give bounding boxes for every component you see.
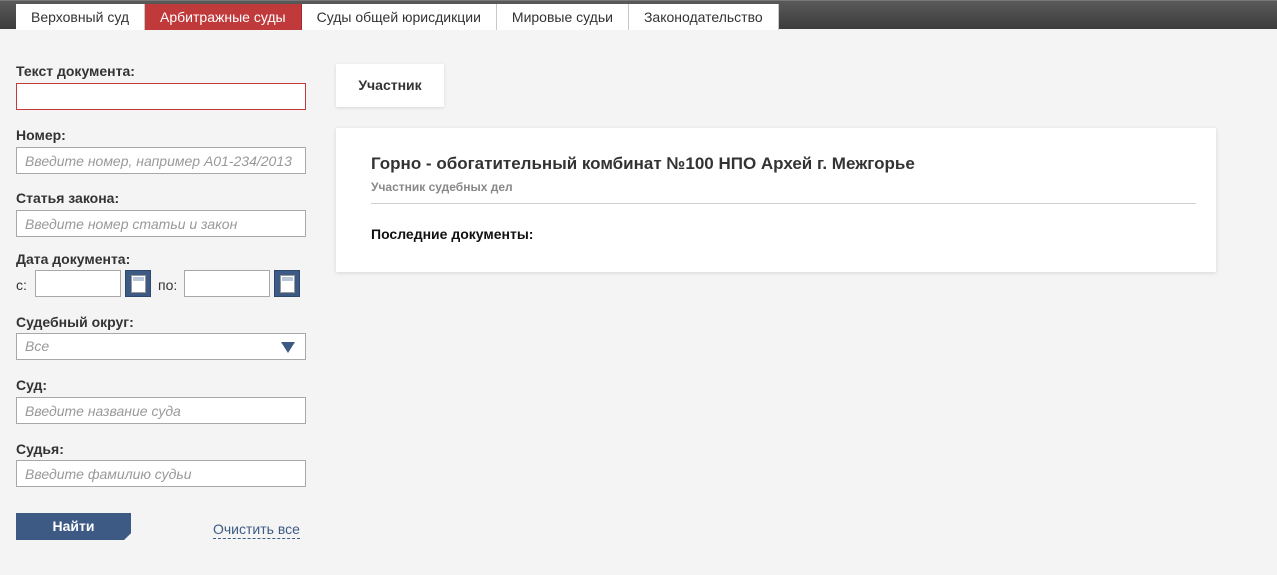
date-from-input[interactable]: [35, 270, 121, 297]
top-navigation-bar: Верховный суд Арбитражные суды Суды обще…: [0, 0, 1277, 30]
court-label: Суд:: [16, 377, 48, 393]
participant-name: Горно - обогатительный комбинат №100 НПО…: [371, 154, 915, 173]
find-button[interactable]: Найти: [16, 513, 131, 540]
participant-card: Горно - обогатительный комбинат №100 НПО…: [336, 128, 1216, 272]
judge-input[interactable]: [16, 460, 306, 487]
tab-magistrates[interactable]: Мировые судьи: [496, 4, 629, 30]
court-tabs: Верховный суд Арбитражные суды Суды обще…: [16, 4, 779, 30]
recent-documents-heading: Последние документы:: [371, 226, 534, 242]
date-to-input[interactable]: [184, 270, 270, 297]
calendar-icon: [280, 275, 295, 293]
number-label: Номер:: [16, 127, 66, 143]
calendar-icon: [131, 275, 146, 293]
judge-label: Судья:: [16, 441, 64, 457]
document-text-label: Текст документа:: [16, 63, 135, 79]
participant-tab[interactable]: Участник: [336, 64, 444, 107]
court-input[interactable]: [16, 397, 306, 424]
tab-legislation[interactable]: Законодательство: [628, 4, 779, 30]
calendar-from-button[interactable]: [125, 270, 151, 297]
calendar-to-button[interactable]: [274, 270, 300, 297]
document-date-label: Дата документа:: [16, 251, 131, 267]
tab-supreme-court[interactable]: Верховный суд: [16, 4, 146, 30]
document-text-input[interactable]: [16, 83, 306, 110]
judicial-district-select[interactable]: Все: [16, 333, 306, 360]
tab-general-jurisdiction[interactable]: Суды общей юрисдикции: [301, 4, 497, 30]
dropdown-arrow-icon: [281, 342, 295, 353]
date-from-label: с:: [16, 277, 27, 293]
date-to-label: по:: [158, 277, 178, 293]
judicial-district-label: Судебный округ:: [16, 314, 134, 330]
number-input[interactable]: [16, 147, 306, 174]
district-selected-value: Все: [25, 338, 50, 354]
divider: [371, 203, 1196, 204]
clear-all-link[interactable]: Очистить все: [213, 521, 300, 539]
tab-arbitration-courts[interactable]: Арбитражные суды: [145, 4, 302, 30]
participant-role: Участник судебных дел: [371, 180, 513, 194]
law-article-label: Статья закона:: [16, 190, 120, 206]
law-article-input[interactable]: [16, 210, 306, 237]
